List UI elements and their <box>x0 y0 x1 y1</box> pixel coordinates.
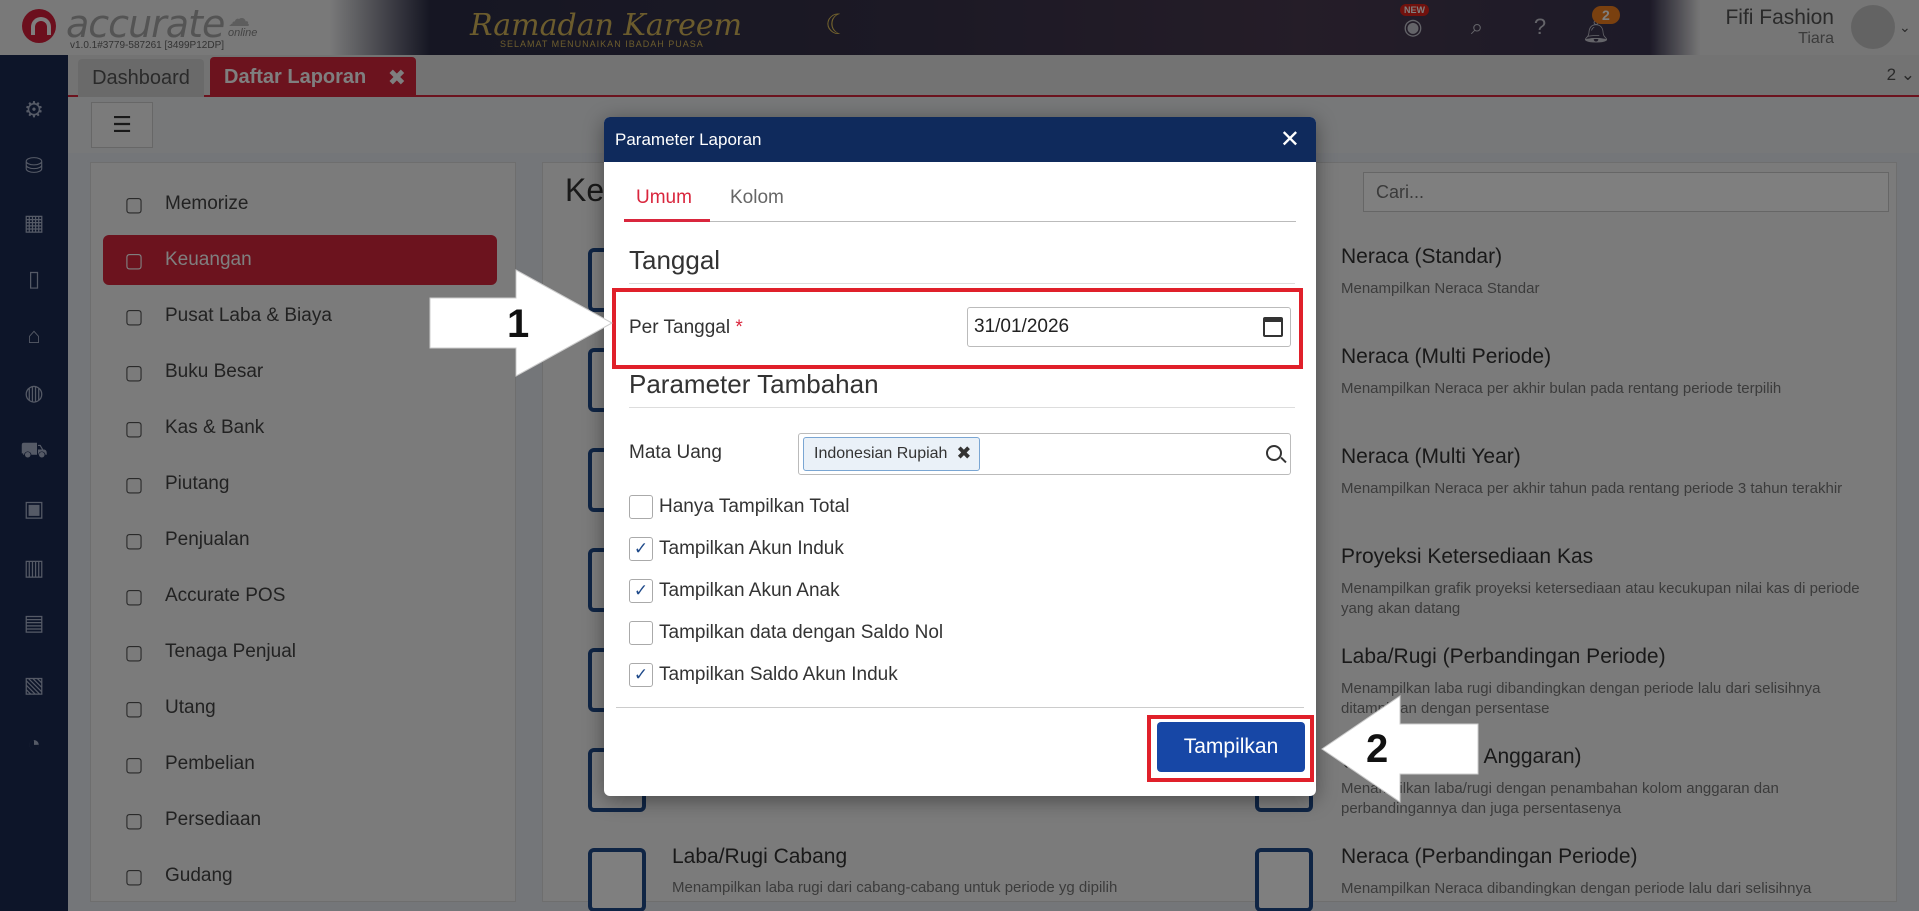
checkbox-row[interactable]: Tampilkan data dengan Saldo Nol <box>629 619 943 647</box>
tab-kolom[interactable]: Kolom <box>730 187 784 209</box>
step-1-label: 1 <box>507 302 530 346</box>
tabs-divider <box>624 221 1296 222</box>
checkbox-row[interactable]: Hanya Tampilkan Total <box>629 493 849 521</box>
remove-tag-icon[interactable]: ✖ <box>956 443 971 464</box>
step-2-label: 2 <box>1366 727 1389 771</box>
currency-tag-label: Indonesian Rupiah <box>814 445 948 462</box>
section-divider <box>629 407 1295 408</box>
tab-umum[interactable]: Umum <box>636 187 692 209</box>
highlight-tampilkan <box>1147 715 1314 782</box>
checkbox-label: Hanya Tampilkan Total <box>659 496 850 517</box>
checkbox-row[interactable]: ✓ Tampilkan Akun Anak <box>629 577 840 605</box>
mata-uang-label: Mata Uang <box>629 442 722 463</box>
dialog-title: Parameter Laporan <box>615 129 762 149</box>
active-tab-indicator <box>624 219 710 222</box>
highlight-per-tanggal <box>612 288 1303 369</box>
search-icon[interactable] <box>1266 445 1282 461</box>
checkbox-label: Tampilkan Saldo Akun Induk <box>659 664 898 685</box>
checkbox-row[interactable]: ✓ Tampilkan Saldo Akun Induk <box>629 661 898 689</box>
checkbox-unchecked[interactable] <box>629 495 653 519</box>
checkbox-checked[interactable]: ✓ <box>629 579 653 603</box>
arrow-left-icon <box>1321 695 1479 803</box>
checkbox-label: Tampilkan Akun Induk <box>659 538 844 559</box>
close-icon[interactable]: ✕ <box>1280 125 1300 154</box>
checkbox-label: Tampilkan data dengan Saldo Nol <box>659 622 944 643</box>
section-divider <box>629 283 1295 284</box>
report-parameter-dialog: Parameter Laporan ✕ Umum Kolom Tanggal P… <box>604 117 1316 796</box>
section-tanggal-title: Tanggal <box>629 245 721 275</box>
checkbox-unchecked[interactable] <box>629 621 653 645</box>
section-tambahan-title: Parameter Tambahan <box>629 369 879 399</box>
currency-tag: Indonesian Rupiah ✖ <box>803 437 981 471</box>
dialog-header: Parameter Laporan ✕ <box>604 117 1316 162</box>
checkbox-row[interactable]: ✓ Tampilkan Akun Induk <box>629 535 844 563</box>
checkbox-checked[interactable]: ✓ <box>629 537 653 561</box>
footer-divider <box>616 707 1304 708</box>
checkbox-checked[interactable]: ✓ <box>629 663 653 687</box>
checkbox-label: Tampilkan Akun Anak <box>659 580 840 601</box>
